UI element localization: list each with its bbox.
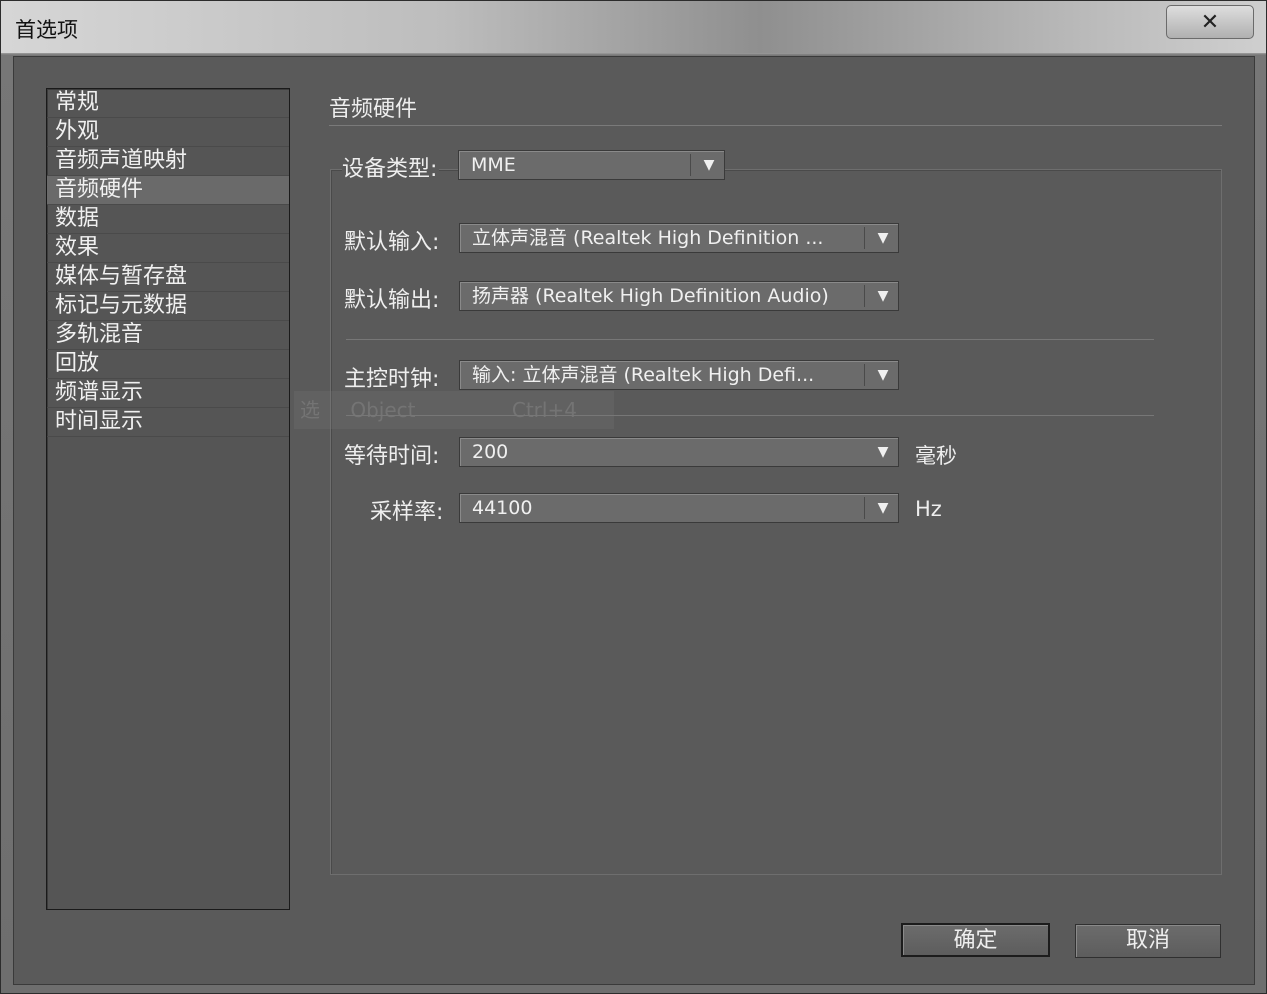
ghost-drag-overlay: 选 Object Ctrl+4 [294, 391, 614, 429]
ok-button[interactable]: 确定 [901, 923, 1050, 957]
category-item-appearance[interactable]: 外观 [47, 118, 289, 147]
cancel-button[interactable]: 取消 [1075, 924, 1221, 958]
preferences-window: 首选项 ✕ 常规 外观 音频声道映射 音频硬件 数据 效果 媒体与暂存盘 标记与… [0, 0, 1267, 994]
device-type-dropdown[interactable]: MME ▼ [458, 150, 725, 180]
device-type-label: 设备类型: [342, 151, 440, 183]
category-item-multitrack[interactable]: 多轨混音 [47, 321, 289, 350]
dialog-body: 常规 外观 音频声道映射 音频硬件 数据 效果 媒体与暂存盘 标记与元数据 多轨… [13, 56, 1255, 985]
default-input-dropdown[interactable]: 立体声混音 (Realtek High Definition ... ▼ [459, 223, 899, 253]
sample-rate-unit: Hz [915, 497, 942, 521]
category-item-effects[interactable]: 效果 [47, 234, 289, 263]
chevron-down-icon: ▼ [877, 367, 889, 383]
panel-title: 音频硬件 [329, 97, 418, 122]
master-clock-value: 输入: 立体声混音 (Realtek High Defi... [472, 364, 815, 386]
category-item-spectral-display[interactable]: 频谱显示 [47, 379, 289, 408]
chevron-down-icon: ▼ [877, 288, 889, 304]
category-item-media-cache[interactable]: 媒体与暂存盘 [47, 263, 289, 292]
default-output-value: 扬声器 (Realtek High Definition Audio) [472, 285, 829, 307]
category-item-channel-mapping[interactable]: 音频声道映射 [47, 147, 289, 176]
chevron-down-icon: ▼ [877, 230, 889, 246]
section-divider [346, 339, 1154, 340]
chevron-down-icon: ▼ [877, 444, 889, 460]
latency-value: 200 [472, 441, 509, 463]
chevron-down-icon: ▼ [703, 157, 715, 173]
category-item-markers-metadata[interactable]: 标记与元数据 [47, 292, 289, 321]
section-divider [346, 415, 1154, 416]
latency-label: 等待时间: [344, 438, 442, 470]
category-item-audio-hardware[interactable]: 音频硬件 [47, 176, 289, 205]
category-item-data[interactable]: 数据 [47, 205, 289, 234]
device-type-value: MME [471, 154, 516, 176]
default-output-dropdown[interactable]: 扬声器 (Realtek High Definition Audio) ▼ [459, 281, 899, 311]
chevron-down-icon: ▼ [877, 500, 889, 516]
title-bar[interactable]: 首选项 ✕ [1, 1, 1266, 53]
category-item-general[interactable]: 常规 [47, 89, 289, 118]
default-input-value: 立体声混音 (Realtek High Definition ... [472, 227, 824, 249]
sample-rate-dropdown[interactable]: 44100 ▼ [459, 493, 899, 523]
close-button[interactable]: ✕ [1166, 5, 1254, 39]
category-item-playback[interactable]: 回放 [47, 350, 289, 379]
latency-dropdown[interactable]: 200 ▼ [459, 437, 899, 467]
category-list[interactable]: 常规 外观 音频声道映射 音频硬件 数据 效果 媒体与暂存盘 标记与元数据 多轨… [46, 88, 290, 910]
default-output-label: 默认输出: [344, 282, 442, 314]
title-divider [329, 125, 1222, 126]
sample-rate-label: 采样率: [370, 494, 446, 526]
master-clock-dropdown[interactable]: 输入: 立体声混音 (Realtek High Defi... ▼ [459, 360, 899, 390]
master-clock-label: 主控时钟: [344, 361, 442, 393]
default-input-label: 默认输入: [344, 224, 442, 256]
close-icon: ✕ [1200, 9, 1220, 35]
category-item-time-display[interactable]: 时间显示 [47, 408, 289, 437]
sample-rate-value: 44100 [472, 497, 533, 519]
latency-unit: 毫秒 [915, 444, 957, 468]
window-title: 首选项 [15, 18, 78, 42]
